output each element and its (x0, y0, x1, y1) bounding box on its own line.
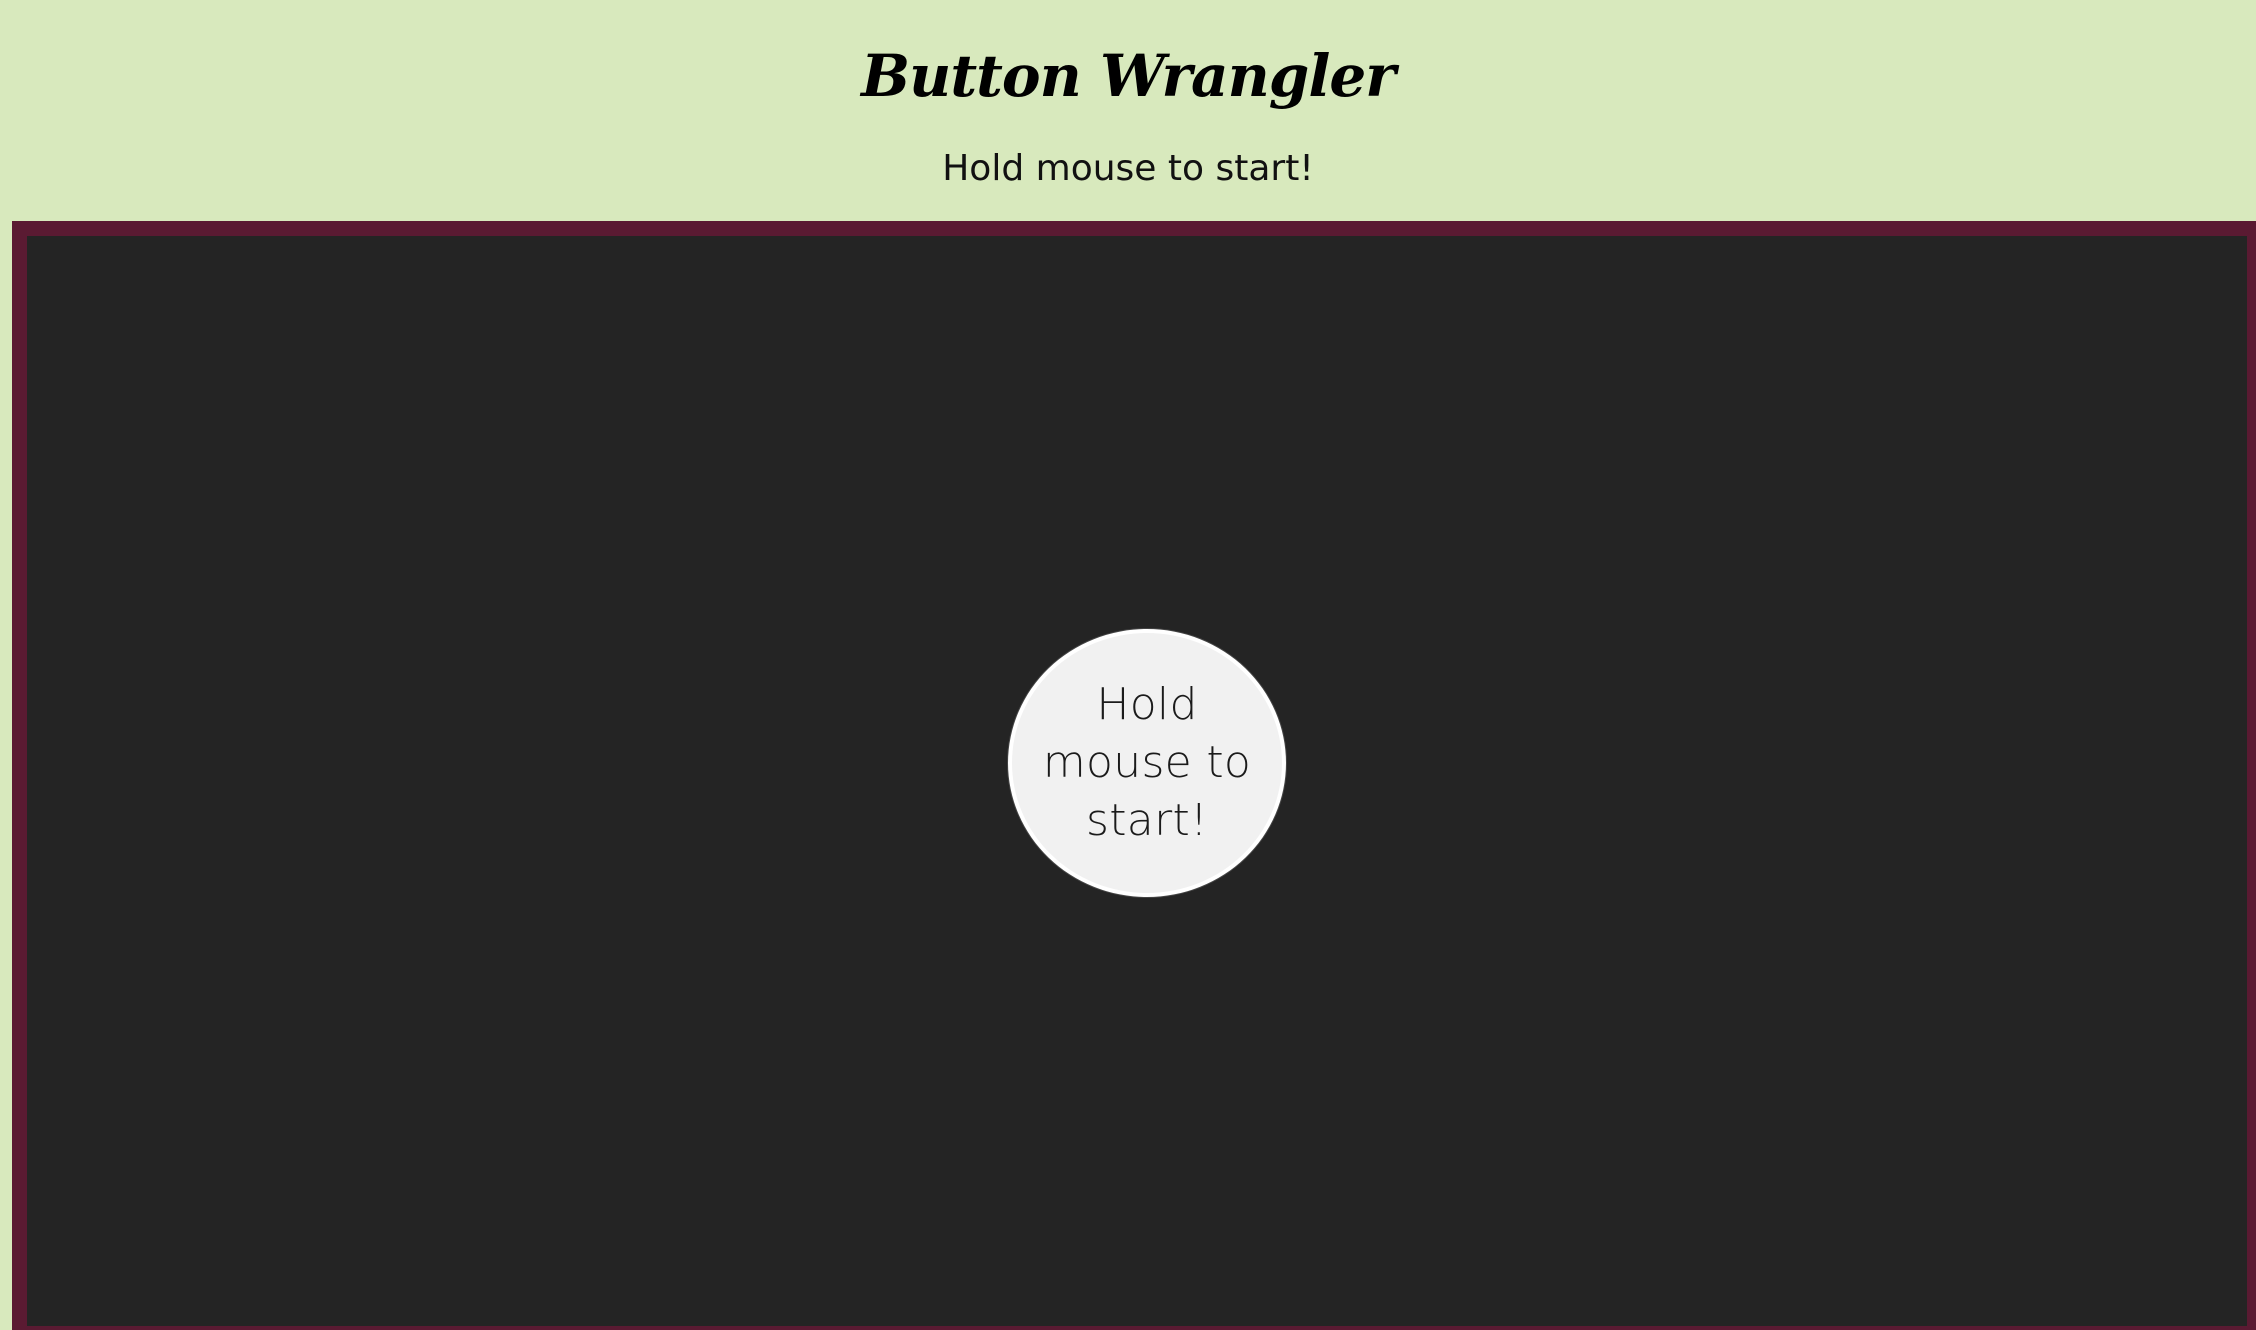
game-arena[interactable]: Hold mouse to start! (12, 221, 2256, 1330)
start-button-label: Hold mouse to start! (1042, 679, 1252, 846)
start-button[interactable]: Hold mouse to start! (1008, 629, 1286, 897)
status-text: Hold mouse to start! (942, 148, 1314, 189)
page-header: Button Wrangler Hold mouse to start! (0, 0, 2256, 220)
page-title: Button Wrangler (861, 42, 1396, 110)
